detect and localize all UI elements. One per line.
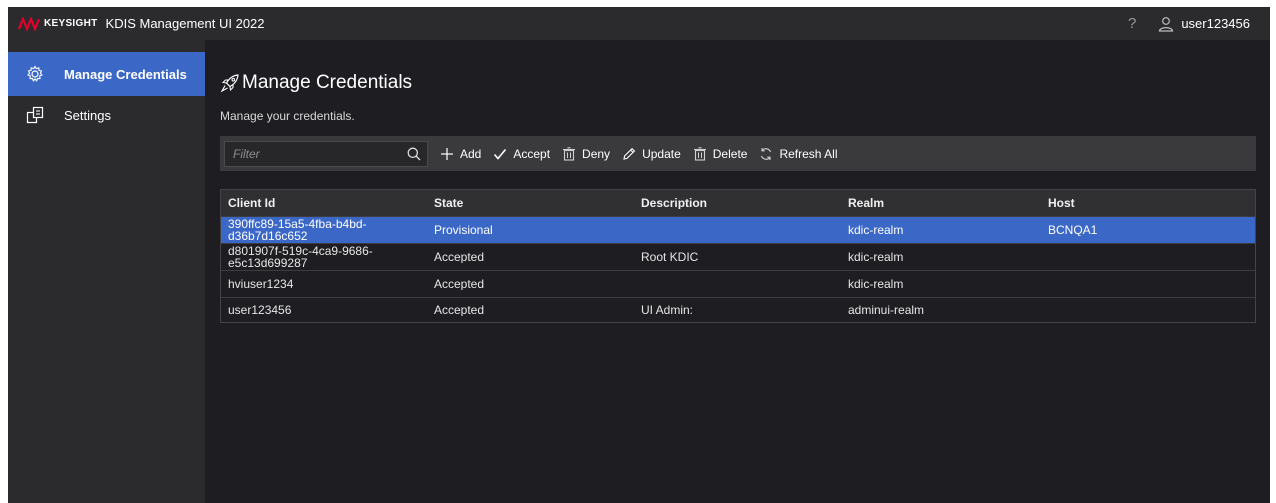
- cell-state: Provisional: [434, 224, 493, 236]
- main-content: Manage Credentials Manage your credentia…: [205, 40, 1270, 503]
- sidebar-item-manage-credentials[interactable]: Manage Credentials: [8, 52, 205, 96]
- app-title: KDIS Management UI 2022: [105, 16, 265, 31]
- accept-label: Accept: [513, 146, 551, 161]
- cell-realm: kdic-realm: [848, 224, 904, 236]
- cell-state: Accepted: [434, 278, 485, 290]
- update-button[interactable]: Update: [622, 147, 681, 161]
- column-header[interactable]: Client Id: [221, 197, 427, 209]
- checkmark-icon: [494, 148, 507, 160]
- pencil-icon: [623, 147, 636, 160]
- brand-name: KEYSIGHT: [44, 18, 98, 29]
- cell-client-id: 390ffc89-15a5-4fba-b4bd-d36b7d16c652: [228, 218, 367, 242]
- table-header: Client Id State Description Realm Host: [221, 190, 1255, 217]
- trash-icon: [563, 146, 576, 161]
- username[interactable]: user123456: [1181, 16, 1250, 31]
- cell-client-id: user123456: [228, 304, 292, 316]
- delete-button[interactable]: Delete: [693, 146, 748, 161]
- user-icon[interactable]: [1158, 16, 1174, 32]
- top-right-controls: ? user123456: [1128, 15, 1250, 32]
- sidebar-item-label: Settings: [64, 107, 111, 123]
- column-header[interactable]: Description: [634, 197, 841, 209]
- column-header[interactable]: State: [427, 197, 634, 209]
- table-row[interactable]: 390ffc89-15a5-4fba-b4bd-d36b7d16c652 Pro…: [221, 217, 1255, 244]
- sidebar: Manage Credentials Settings: [8, 40, 205, 503]
- cell-state: Accepted: [434, 251, 485, 263]
- refresh-icon: [761, 147, 772, 160]
- credentials-table: Client Id State Description Realm Host 3…: [220, 189, 1256, 323]
- delete-label: Delete: [712, 146, 748, 161]
- sidebar-item-label: Manage Credentials: [64, 66, 187, 82]
- brand[interactable]: KEYSIGHT KDIS Management UI 2022: [18, 16, 265, 31]
- cell-client-id: hviuser1234: [228, 278, 294, 290]
- update-label: Update: [642, 146, 681, 161]
- table-row[interactable]: user123456 Accepted UI Admin: adminui-re…: [221, 298, 1255, 322]
- column-header[interactable]: Realm: [841, 197, 1041, 209]
- cell-state: Accepted: [434, 304, 485, 316]
- table-row[interactable]: hviuser1234 Accepted kdic-realm: [221, 271, 1255, 298]
- table-row[interactable]: d801907f-519c-4ca9-9686-e5c13d699287 Acc…: [221, 244, 1255, 271]
- filter-input[interactable]: [233, 146, 407, 161]
- deny-label: Deny: [582, 146, 611, 161]
- app-window: KEYSIGHT KDIS Management UI 2022 ? user1…: [8, 7, 1270, 503]
- toolbar: Add Accept Deny: [220, 136, 1256, 171]
- search-icon[interactable]: [407, 147, 421, 161]
- rocket-icon: [220, 74, 239, 93]
- cell-client-id: d801907f-519c-4ca9-9686-e5c13d699287: [228, 245, 373, 269]
- refresh-all-button[interactable]: Refresh All: [759, 147, 837, 161]
- page-subtitle: Manage your credentials.: [220, 109, 355, 123]
- help-icon[interactable]: ?: [1128, 15, 1136, 32]
- cell-realm: adminui-realm: [848, 304, 925, 316]
- keysight-logo-icon: [18, 16, 40, 31]
- column-header[interactable]: Host: [1041, 197, 1255, 209]
- top-bar: KEYSIGHT KDIS Management UI 2022 ? user1…: [8, 7, 1270, 40]
- trash-icon: [693, 146, 706, 161]
- page-title-text: Manage Credentials: [242, 72, 413, 93]
- filter-box: [224, 140, 428, 167]
- page-title: Manage Credentials: [220, 72, 412, 94]
- deny-button[interactable]: Deny: [562, 147, 610, 161]
- cell-host: BCNQA1: [1048, 224, 1098, 236]
- plus-icon: [441, 147, 453, 160]
- cell-realm: kdic-realm: [848, 251, 904, 263]
- accept-button[interactable]: Accept: [493, 147, 550, 161]
- refresh-all-label: Refresh All: [779, 146, 838, 161]
- gear-icon: [27, 65, 43, 82]
- settings-icon: [26, 106, 44, 124]
- add-button[interactable]: Add: [440, 147, 481, 161]
- sidebar-item-settings[interactable]: Settings: [8, 100, 205, 130]
- cell-realm: kdic-realm: [848, 278, 904, 290]
- cell-description: Root KDIC: [641, 251, 699, 263]
- add-label: Add: [460, 146, 482, 161]
- cell-description: UI Admin:: [641, 304, 694, 316]
